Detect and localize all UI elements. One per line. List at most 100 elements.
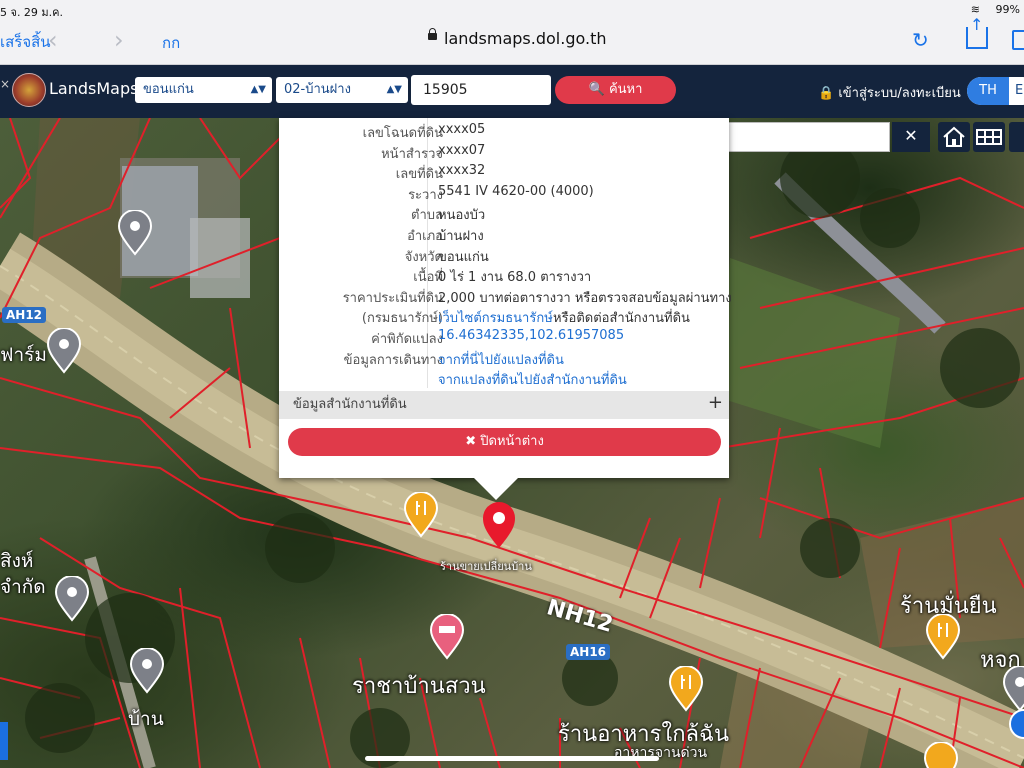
login-link[interactable]: 🔒 เข้าสู่ระบบ/ลงทะเบียน <box>818 82 961 103</box>
info-row-value: xxxx05 <box>438 122 486 137</box>
info-row-link[interactable]: 16.46342335,102.61957085 <box>438 328 624 343</box>
info-row-value: ขอนแก่น <box>438 249 489 265</box>
chevron-updown-icon: ▲▼ <box>250 84 266 95</box>
close-window-label: ปิดหน้าต่าง <box>480 434 544 449</box>
gray-place-pin-icon[interactable] <box>55 576 89 622</box>
province-value: ขอนแก่น <box>143 82 194 97</box>
map-label-ratcha-ban-suan: ราชาบ้านสวน <box>352 674 486 699</box>
url-field[interactable]: landsmaps.dol.go.th <box>444 29 607 48</box>
home-button[interactable] <box>938 122 970 152</box>
info-row: (กรมธนารักษ์) เว็บไซต์กรมธนารักษ์ หรือติด… <box>279 307 729 327</box>
district-select[interactable]: 02-บ้านฝาง ▲▼ <box>276 77 408 103</box>
info-row-suffix: หรือติดต่อสำนักงานที่ดิน <box>553 311 690 327</box>
info-row-key: (กรมธนารักษ์) <box>361 311 443 327</box>
info-row-key: ข้อมูลการเดินทาง <box>343 352 443 368</box>
info-row: เนื้อที่ 0 ไร่ 1 งาน 68.0 ตารางวา <box>279 266 729 286</box>
info-row-value: 2,000 บาทต่อตารางวา หรือตรวจสอบข้อมูลผ่า… <box>438 290 732 306</box>
lang-en-button[interactable]: EN <box>1011 77 1024 105</box>
app-navbar: × LandsMaps ขอนแก่น ▲▼ 02-บ้านฝาง ▲▼ 🔍 ค… <box>0 65 1024 118</box>
parcel-info-popup: เลขโฉนดที่ดิน xxxx05 หน้าสำรวจ xxxx07 เลขที่… <box>279 118 732 500</box>
parcel-number-input[interactable] <box>411 75 551 105</box>
brand-name: LandsMaps <box>49 79 139 98</box>
grid-toggle-button[interactable] <box>973 122 1005 152</box>
reload-icon[interactable]: ↻ <box>912 28 929 52</box>
done-button[interactable]: เสร็จสิ้น <box>0 30 51 54</box>
close-icon[interactable]: × <box>0 77 10 91</box>
info-row: ข้อมูลการเดินทาง จากที่นี่ไปยังแปลงที่ดิน <box>279 349 729 369</box>
search-label: ค้นหา <box>608 82 643 97</box>
info-row: เลขที่ดิน xxxx32 <box>279 163 729 183</box>
map-label-ban: บ้าน <box>128 708 164 730</box>
back-icon[interactable]: ‹ <box>48 26 58 54</box>
info-row-key: ค่าพิกัดแปลง <box>371 332 443 347</box>
search-button[interactable]: 🔍 ค้นหา <box>555 76 676 104</box>
province-select[interactable]: ขอนแก่น ▲▼ <box>135 77 272 103</box>
info-row-value: หนองบัว <box>438 208 486 224</box>
share-icon[interactable] <box>966 15 988 49</box>
browser-bar: 5 จ. 29 ม.ค. ≋ 99% เสร็จสิ้น ‹ › กก land… <box>0 0 1024 65</box>
close-icon: ✕ <box>904 126 918 145</box>
gray-place-pin-icon[interactable] <box>118 210 152 256</box>
lock-icon: 🔒 <box>818 86 835 101</box>
clear-search-button[interactable]: ✕ <box>892 122 930 152</box>
info-row-key: หน้าสำรวจ <box>381 146 443 162</box>
layers-button[interactable] <box>1009 122 1024 152</box>
land-office-label: ข้อมูลสำนักงานที่ดิน <box>293 397 407 412</box>
blue-location-dot-icon[interactable] <box>1008 706 1024 742</box>
info-row-value: 0 ไร่ 1 งาน 68.0 ตารางวา <box>438 270 592 286</box>
reader-options-button[interactable]: กก <box>162 31 180 55</box>
plus-icon[interactable]: + <box>708 389 723 417</box>
forward-icon[interactable]: › <box>114 26 124 54</box>
home-icon <box>943 126 965 147</box>
info-row-key: ราคาประเมินที่ดิน <box>342 290 443 306</box>
info-row: ระวาง 5541 IV 4620-00 (4000) <box>279 184 729 204</box>
restaurant-pin-icon[interactable] <box>669 666 703 712</box>
highway-shield-ah12: AH12 <box>2 307 47 323</box>
lock-icon <box>428 28 437 40</box>
info-row: จากแปลงที่ดินไปยังสำนักงานที่ดิน <box>279 369 729 389</box>
info-row: ตำบล หนองบัว <box>279 204 729 224</box>
info-row-key: เลขโฉนดที่ดิน <box>362 126 443 141</box>
info-row: เลขโฉนดที่ดิน xxxx05 <box>279 122 729 142</box>
lodging-pin-icon[interactable] <box>430 614 464 660</box>
district-value: 02-บ้านฝาง <box>284 82 351 97</box>
info-row-link[interactable]: เว็บไซต์กรมธนารักษ์ <box>438 307 553 328</box>
map-label-company: จำกัด <box>0 576 46 598</box>
land-office-info-bar[interactable]: ข้อมูลสำนักงานที่ดิน + <box>279 391 729 419</box>
login-label: เข้าสู่ระบบ/ลงทะเบียน <box>838 86 961 101</box>
gray-place-pin-icon[interactable] <box>47 328 81 374</box>
close-icon: ✖ <box>465 434 477 449</box>
info-row-link[interactable]: จากแปลงที่ดินไปยังสำนักงานที่ดิน <box>438 369 627 390</box>
restaurant-pin-icon[interactable] <box>924 742 958 768</box>
info-row-link[interactable]: จากที่นี่ไปยังแปลงที่ดิน <box>438 349 564 370</box>
tabs-icon[interactable] <box>1012 30 1024 50</box>
department-logo <box>12 73 46 107</box>
info-row: จังหวัด ขอนแก่น <box>279 246 729 266</box>
side-handle[interactable] <box>0 722 8 760</box>
selected-parcel-pin-icon[interactable] <box>482 502 516 550</box>
map-label-farm: ฟาร์ม <box>0 344 47 366</box>
info-row-value: 5541 IV 4620-00 (4000) <box>438 183 594 199</box>
close-window-button[interactable]: ✖ ปิดหน้าต่าง <box>288 428 721 456</box>
restaurant-pin-icon[interactable] <box>926 614 960 660</box>
info-row: ค่าพิกัดแปลง 16.46342335,102.61957085 <box>279 328 729 348</box>
grid-icon <box>976 129 1002 145</box>
info-row: อำเภอ บ้านฝาง <box>279 225 729 245</box>
parcel-tag-label: ร้านขายเปลี่ยนบ้าน <box>440 560 532 573</box>
chevron-updown-icon: ▲▼ <box>386 84 402 95</box>
status-time: 5 จ. 29 ม.ค. <box>0 6 64 19</box>
highway-shield-ah16: AH16 <box>566 644 611 660</box>
language-toggle[interactable]: TH EN <box>967 77 1024 105</box>
lang-th-button[interactable]: TH <box>967 77 1009 105</box>
info-row: ราคาประเมินที่ดิน 2,000 บาทต่อตารางวา หรื… <box>279 287 732 307</box>
battery-level: 99% <box>995 3 1020 16</box>
gray-place-pin-icon[interactable] <box>130 648 164 694</box>
restaurant-pin-icon[interactable] <box>404 492 438 538</box>
home-indicator <box>365 756 659 761</box>
info-row-value: xxxx32 <box>438 163 486 179</box>
info-row-value: บ้านฝาง <box>438 229 484 244</box>
info-row: หน้าสำรวจ xxxx07 <box>279 143 729 163</box>
info-row-key: เลขที่ดิน <box>395 167 443 183</box>
search-icon: 🔍 <box>588 82 605 97</box>
info-row-value: xxxx07 <box>438 142 486 158</box>
